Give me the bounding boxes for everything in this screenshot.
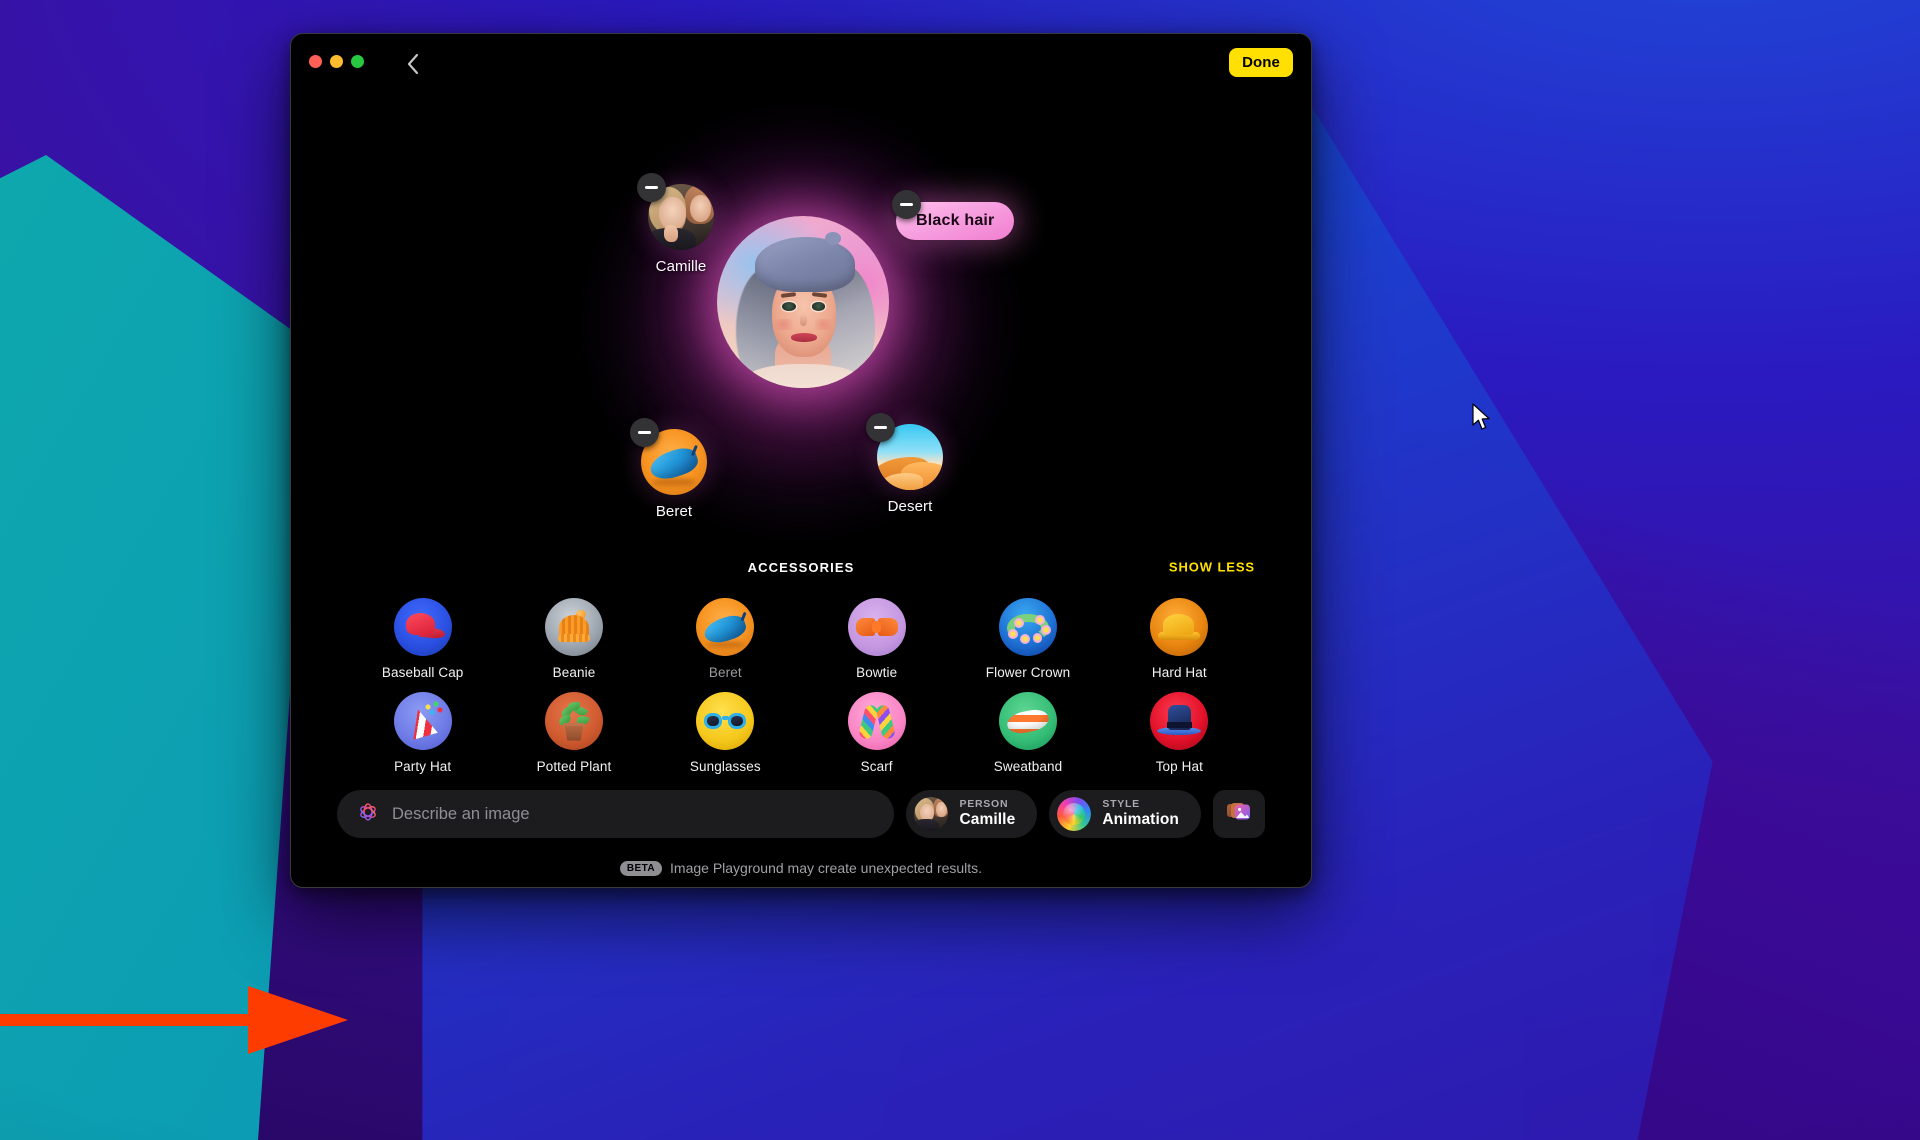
concept-chip-label: Beret <box>655 503 693 520</box>
show-less-button[interactable]: SHOW LESS <box>1169 560 1255 575</box>
concept-chip-desert[interactable]: Desert <box>866 413 943 515</box>
concept-chip-black-hair[interactable]: Black hair <box>892 190 1015 240</box>
accessory-sweatband[interactable]: Sweatband <box>952 692 1103 774</box>
accessory-label: Top Hat <box>1155 759 1203 774</box>
accessory-potted-plant[interactable]: Potted Plant <box>498 692 649 774</box>
style-chip-value: Animation <box>1102 811 1179 829</box>
image-playground-window: Done Camille Black hair Beret Desert ACC… <box>290 33 1312 888</box>
concept-canvas: Camille Black hair Beret Desert <box>291 92 1311 552</box>
baseball-cap-icon[interactable] <box>393 598 452 656</box>
traffic-light-controls[interactable] <box>309 55 364 68</box>
person-avatar <box>914 797 949 831</box>
accessory-label: Baseball Cap <box>381 665 464 680</box>
beanie-icon[interactable] <box>544 598 603 656</box>
potted-plant-icon[interactable] <box>544 692 603 750</box>
accessories-section: ACCESSORIES SHOW LESS Baseball Cap Beani… <box>291 552 1311 775</box>
minus-icon[interactable] <box>630 418 659 447</box>
accessories-grid: Baseball Cap Beanie Beret Bowtie Flower … <box>347 598 1255 774</box>
minimize-window-button[interactable] <box>330 55 343 68</box>
concept-chip-camille[interactable]: Camille <box>637 173 714 275</box>
accessories-title: ACCESSORIES <box>747 559 855 575</box>
maximize-window-button[interactable] <box>351 55 364 68</box>
party-hat-icon[interactable] <box>393 692 452 750</box>
beta-disclaimer: BETA Image Playground may create unexpec… <box>337 860 1265 876</box>
sweatband-icon[interactable] <box>998 692 1057 750</box>
accessory-label: Beanie <box>552 665 596 680</box>
accessory-label: Flower Crown <box>985 665 1071 680</box>
accessory-scarf[interactable]: Scarf <box>801 692 952 774</box>
accessory-label: Beret <box>708 665 742 680</box>
chevron-left-icon[interactable] <box>396 48 428 80</box>
sunglasses-icon[interactable] <box>696 692 755 750</box>
beret-icon[interactable] <box>696 598 755 656</box>
scarf-icon[interactable] <box>847 692 906 750</box>
accessory-baseball-cap[interactable]: Baseball Cap <box>347 598 498 680</box>
accessory-label: Potted Plant <box>536 759 612 774</box>
style-chip-kicker: STYLE <box>1102 798 1140 811</box>
close-window-button[interactable] <box>309 55 322 68</box>
person-chip-kicker: PERSON <box>959 798 1009 811</box>
style-orb-icon <box>1057 797 1092 831</box>
prompt-input-field[interactable]: Describe an image <box>337 790 895 838</box>
accessory-label: Bowtie <box>856 665 898 680</box>
accessories-header: ACCESSORIES SHOW LESS <box>347 552 1255 582</box>
concept-chip-beret[interactable]: Beret <box>630 418 707 520</box>
bowtie-icon[interactable] <box>847 598 906 656</box>
concept-chip-label: Camille <box>655 258 707 275</box>
minus-icon[interactable] <box>866 413 895 442</box>
accessory-flower-crown[interactable]: Flower Crown <box>952 598 1103 680</box>
accessory-hard-hat[interactable]: Hard Hat <box>1104 598 1255 680</box>
person-chip-value: Camille <box>959 811 1016 829</box>
beta-disclaimer-text: Image Playground may create unexpected r… <box>670 860 983 876</box>
accessory-label: Scarf <box>860 759 893 774</box>
beta-badge: BETA <box>619 860 663 876</box>
apple-intelligence-swirl-icon <box>357 801 379 828</box>
accessory-bowtie[interactable]: Bowtie <box>801 598 952 680</box>
prompt-placeholder-text: Describe an image <box>392 804 530 823</box>
accessory-label: Sunglasses <box>689 759 761 774</box>
style-context-chip[interactable]: STYLE Animation <box>1049 790 1201 838</box>
minus-icon[interactable] <box>637 173 666 202</box>
window-titlebar: Done <box>291 34 1311 92</box>
top-hat-icon[interactable] <box>1150 692 1209 750</box>
person-context-chip[interactable]: PERSON Camille <box>906 790 1038 838</box>
accessory-label: Hard Hat <box>1151 665 1207 680</box>
accessory-beret[interactable]: Beret <box>650 598 801 680</box>
concept-chip-label: Desert <box>887 498 933 515</box>
flower-crown-icon[interactable] <box>998 598 1057 656</box>
accessory-top-hat[interactable]: Top Hat <box>1104 692 1255 774</box>
bottom-toolbar: Describe an image PERSON Camille STYLE A… <box>291 774 1311 887</box>
generated-portrait-image[interactable] <box>717 216 889 388</box>
photo-library-icon <box>1226 800 1252 829</box>
hard-hat-icon[interactable] <box>1150 598 1209 656</box>
photo-library-button[interactable] <box>1213 790 1265 838</box>
done-button[interactable]: Done <box>1229 48 1293 77</box>
accessory-label: Party Hat <box>394 759 452 774</box>
accessory-beanie[interactable]: Beanie <box>498 598 649 680</box>
minus-icon[interactable] <box>892 190 921 219</box>
accessory-sunglasses[interactable]: Sunglasses <box>650 692 801 774</box>
accessory-party-hat[interactable]: Party Hat <box>347 692 498 774</box>
accessory-label: Sweatband <box>993 759 1063 774</box>
